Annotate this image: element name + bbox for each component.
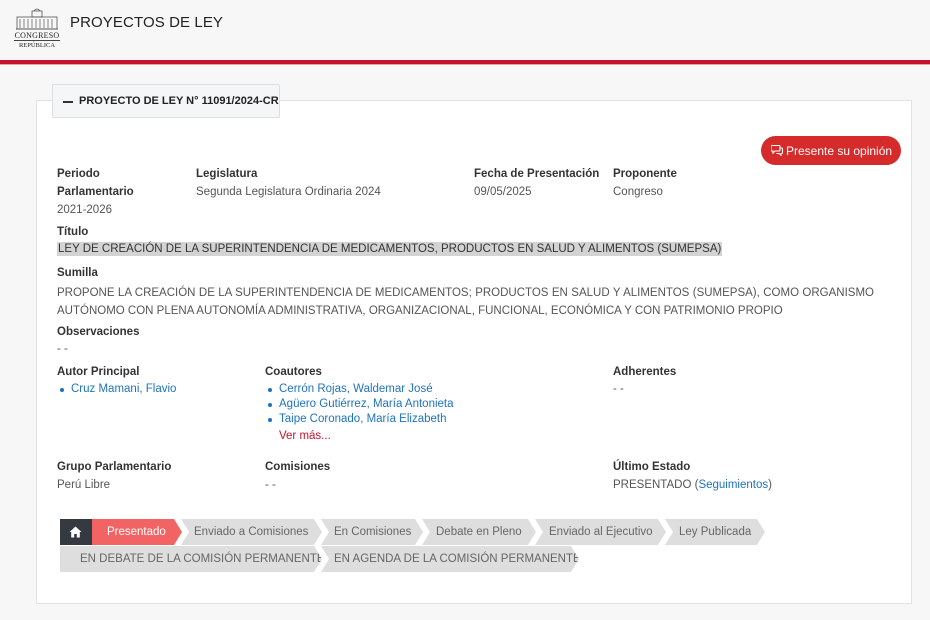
submit-opinion-button[interactable]: Presente su opinión	[761, 136, 901, 165]
observaciones-value: - -	[57, 343, 68, 355]
grupo-label: Grupo Parlamentario	[57, 461, 172, 473]
comisiones-value: - -	[265, 479, 276, 491]
step-label: EN DEBATE DE LA COMISIÓN PERMANENTE	[80, 553, 325, 565]
step-label: Debate en Pleno	[436, 526, 522, 538]
coautores-list: Cerrón Rojas, Waldemar José Agüero Gutié…	[265, 382, 454, 427]
step-enviado-comisiones[interactable]: Enviado a Comisiones	[181, 519, 322, 545]
opinion-button-label: Presente su opinión	[786, 144, 893, 158]
bill-number-label: PROYECTO DE LEY N° 11091/2024-CR	[79, 95, 279, 107]
proponente-value: Congreso	[613, 186, 663, 198]
logo-text-republica: REPÚBLICA	[14, 40, 60, 49]
seguimientos-link[interactable]: Seguimientos	[698, 479, 768, 491]
collapse-minus-icon[interactable]	[63, 101, 73, 103]
periodo-value: 2021-2026	[57, 204, 112, 216]
chat-bubbles-icon	[771, 144, 783, 156]
comisiones-label: Comisiones	[265, 461, 331, 473]
step-label: Presentado	[107, 526, 166, 538]
coautor-link[interactable]: Cerrón Rojas, Waldemar José	[265, 382, 454, 397]
legislatura-label: Legislatura	[196, 168, 258, 180]
fecha-label: Fecha de Presentación	[474, 168, 600, 180]
coautores-label: Coautores	[265, 366, 322, 378]
logo-text-congreso: CONGRESO	[14, 31, 60, 40]
ver-mas-link[interactable]: Ver más...	[279, 430, 331, 442]
step-label: Enviado a Comisiones	[194, 526, 309, 538]
sumilla-value: PROPONE LA CREACIÓN DE LA SUPERINTENDENC…	[57, 287, 874, 317]
step-presentado[interactable]: Presentado	[92, 519, 182, 545]
coautor-link[interactable]: Taipe Coronado, María Elizabeth	[265, 412, 454, 427]
estado-value-line: PRESENTADO (Seguimientos)	[613, 479, 772, 491]
estado-label: Último Estado	[613, 461, 691, 473]
top-header: CONGRESO REPÚBLICA PROYECTOS DE LEY	[0, 0, 930, 60]
step-enviado-ejecutivo[interactable]: Enviado al Ejecutivo	[535, 519, 666, 545]
estado-value: PRESENTADO	[613, 479, 692, 491]
observaciones-label: Observaciones	[57, 326, 140, 338]
congreso-logo[interactable]: CONGRESO REPÚBLICA	[14, 4, 60, 50]
step-label: Enviado al Ejecutivo	[549, 526, 653, 538]
step-en-comisiones[interactable]: En Comisiones	[321, 519, 423, 545]
adherentes-label: Adherentes	[613, 366, 677, 378]
home-step-button[interactable]	[60, 519, 92, 545]
step-debate-pleno[interactable]: Debate en Pleno	[422, 519, 536, 545]
periodo-label-1: Periodo	[57, 168, 100, 180]
grupo-value: Perú Libre	[57, 479, 111, 491]
adherentes-value: - -	[613, 383, 624, 395]
titulo-value: LEY DE CREACIÓN DE LA SUPERINTENDENCIA D…	[57, 242, 723, 256]
bill-accordion-tab[interactable]: PROYECTO DE LEY N° 11091/2024-CR	[52, 84, 280, 118]
estado-paren-close: )	[768, 479, 772, 491]
legislatura-value: Segunda Legislatura Ordinaria 2024	[196, 186, 381, 198]
titulo-label: Título	[57, 226, 89, 238]
step-ley-publicada[interactable]: Ley Publicada	[665, 519, 765, 545]
step-label: Ley Publicada	[679, 526, 752, 538]
fecha-value: 09/05/2025	[474, 186, 532, 198]
autor-label: Autor Principal	[57, 366, 140, 378]
autor-link[interactable]: Cruz Mamani, Flavio	[57, 382, 176, 397]
congress-building-icon	[16, 8, 58, 30]
autor-list: Cruz Mamani, Flavio	[57, 382, 176, 397]
periodo-label-2: Parlamentario	[57, 186, 134, 198]
step-label: En Comisiones	[334, 526, 412, 538]
home-icon	[69, 526, 82, 538]
step-debate-comision-permanente[interactable]: EN DEBATE DE LA COMISIÓN PERMANENTE	[60, 546, 322, 572]
page-title: PROYECTOS DE LEY	[70, 14, 224, 31]
coautor-link[interactable]: Agüero Gutiérrez, María Antonieta	[265, 397, 454, 412]
step-agenda-comision-permanente[interactable]: EN AGENDA DE LA COMISIÓN PERMANENTE	[321, 546, 579, 572]
step-label: EN AGENDA DE LA COMISIÓN PERMANENTE	[334, 553, 581, 565]
header-divider-shadow	[0, 64, 930, 65]
proponente-label: Proponente	[613, 168, 677, 180]
sumilla-label: Sumilla	[57, 267, 98, 279]
